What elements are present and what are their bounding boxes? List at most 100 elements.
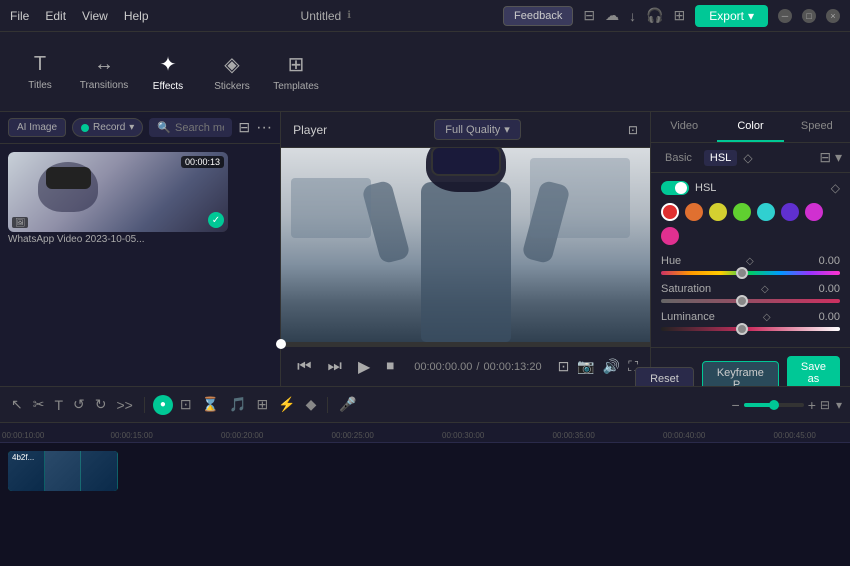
tool-titles[interactable]: T Titles: [10, 40, 70, 104]
video-progress-bar[interactable]: [281, 342, 650, 346]
hue-slider[interactable]: [661, 271, 840, 275]
list-item[interactable]: 00:00:13 ✓ 🖼 WhatsApp Video 2023-10-05..…: [8, 152, 272, 247]
more-options-icon[interactable]: ···: [256, 119, 272, 137]
hsl-keyframe-icon[interactable]: ◇: [831, 181, 840, 195]
play-button[interactable]: ▶: [354, 357, 374, 377]
media-check-icon: ✓: [208, 212, 224, 228]
grid-icon[interactable]: ⊟: [820, 398, 830, 412]
filter-icon[interactable]: ⊟: [238, 119, 250, 136]
close-button[interactable]: ×: [826, 9, 840, 23]
hue-keyframe-icon[interactable]: ◇: [746, 256, 754, 267]
hue-value: 0.00: [819, 255, 840, 267]
color-green[interactable]: [733, 203, 751, 221]
keyframe-tool[interactable]: ◆: [303, 393, 320, 416]
download-icon: ↓: [629, 8, 636, 24]
media-grid: 00:00:13 ✓ 🖼 WhatsApp Video 2023-10-05..…: [0, 144, 280, 386]
cut-tool[interactable]: ✂: [30, 393, 48, 416]
saturation-slider[interactable]: [661, 299, 840, 303]
ruler-time-4: 00:00:30:00: [442, 431, 484, 440]
tool-transitions[interactable]: ↔ Transitions: [74, 40, 134, 104]
record-button[interactable]: Record ▾: [72, 118, 143, 137]
color-orange[interactable]: [685, 203, 703, 221]
titlebar: File Edit View Help Untitled ℹ Feedback …: [0, 0, 850, 32]
color-yellow[interactable]: [709, 203, 727, 221]
export-button[interactable]: Export ▾: [695, 5, 768, 27]
media-type-icons: 🖼: [12, 217, 28, 228]
player-extra-controls: ⊡ 📷 🔊 ⛶: [558, 358, 638, 375]
saturation-knob[interactable]: [736, 295, 748, 307]
ruler-time-2: 00:00:20:00: [221, 431, 263, 440]
luminance-knob[interactable]: [736, 323, 748, 335]
skip-back-icon[interactable]: ⏮: [293, 358, 315, 376]
feedback-button[interactable]: Feedback: [503, 6, 573, 26]
tab-color[interactable]: Color: [717, 112, 783, 142]
hsl-toggle[interactable]: HSL: [661, 181, 716, 195]
total-time: 00:00:13:20: [483, 361, 541, 373]
toggle-switch[interactable]: [661, 181, 689, 195]
sticker-tool[interactable]: ⊞: [253, 393, 271, 416]
tool-stickers[interactable]: ◈ Stickers: [202, 40, 262, 104]
minimize-button[interactable]: ─: [778, 9, 792, 23]
timeline-tracks: 4b2f...: [0, 443, 850, 499]
saturation-label: Saturation: [661, 283, 711, 295]
color-blue[interactable]: [781, 203, 799, 221]
effects-tool[interactable]: ⚡: [275, 393, 298, 416]
zoom-out-icon[interactable]: −: [732, 397, 740, 413]
menu-edit[interactable]: Edit: [45, 9, 66, 23]
divider2: [327, 397, 328, 413]
redo-tool[interactable]: ↻: [92, 393, 110, 416]
hue-knob[interactable]: [736, 267, 748, 279]
menu-help[interactable]: Help: [124, 9, 149, 23]
menu-file[interactable]: File: [10, 9, 29, 23]
transitions-icon: ↔: [94, 53, 114, 76]
subtab-hsl[interactable]: HSL: [704, 150, 737, 166]
zoom-in-icon[interactable]: +: [808, 397, 816, 413]
subtab-basic[interactable]: Basic: [659, 150, 698, 166]
speed-tool[interactable]: ⌛: [199, 393, 222, 416]
ai-image-button[interactable]: AI Image: [8, 118, 66, 137]
ripple-tool[interactable]: ⊡: [177, 393, 195, 416]
main-content: AI Image Record ▾ 🔍 ⊟ ···: [0, 112, 850, 386]
luminance-keyframe-icon[interactable]: ◇: [763, 312, 771, 323]
timeline-clip[interactable]: 4b2f...: [8, 451, 118, 491]
tab-video[interactable]: Video: [651, 112, 717, 142]
progress-handle[interactable]: [276, 339, 286, 349]
video-preview: [281, 148, 650, 342]
search-input[interactable]: [175, 122, 224, 134]
quality-button[interactable]: Full Quality ▾: [434, 119, 521, 140]
crop-icon[interactable]: ⊡: [558, 358, 570, 375]
tool-effects[interactable]: ✦ Effects: [138, 40, 198, 104]
snapshot-icon[interactable]: 📷: [577, 358, 594, 375]
saturation-keyframe-icon[interactable]: ◇: [761, 284, 769, 295]
luminance-slider[interactable]: [661, 327, 840, 331]
step-back-icon[interactable]: ⏭︎: [324, 358, 346, 376]
zoom-knob[interactable]: [769, 400, 779, 410]
zoom-slider[interactable]: [744, 403, 804, 407]
grid-more-icon[interactable]: ▾: [836, 398, 842, 412]
tool-templates[interactable]: ⊞ Templates: [266, 40, 326, 104]
color-red[interactable]: [661, 203, 679, 221]
cursor-tool[interactable]: ↖: [8, 393, 26, 416]
stop-button[interactable]: ⏹: [382, 358, 398, 376]
sound-tool[interactable]: 🎵: [226, 393, 249, 416]
color-pink[interactable]: [661, 227, 679, 245]
tab-speed[interactable]: Speed: [784, 112, 850, 142]
undo-tool[interactable]: ↺: [70, 393, 88, 416]
titlebar-left: File Edit View Help: [10, 9, 149, 23]
toggle-knob: [675, 182, 687, 194]
color-cyan[interactable]: [757, 203, 775, 221]
layers-icon[interactable]: ⊟ ▾: [819, 149, 842, 166]
volume-icon[interactable]: 🔊: [603, 358, 620, 375]
maximize-button[interactable]: □: [802, 9, 816, 23]
timeline-mode[interactable]: ●: [153, 395, 173, 415]
menu-view[interactable]: View: [82, 9, 108, 23]
aspect-ratio-icon[interactable]: ⊡: [628, 123, 638, 137]
cloud-icon: ☁: [605, 7, 619, 24]
ruler-time-3: 00:00:25:00: [332, 431, 374, 440]
headphones-icon: 🎧: [646, 7, 663, 24]
color-magenta[interactable]: [805, 203, 823, 221]
mic-tool[interactable]: 🎤: [336, 393, 359, 416]
text-tool[interactable]: T: [51, 394, 66, 416]
hue-slider-section: Hue ◇ 0.00: [661, 255, 840, 275]
more-tools[interactable]: >>: [114, 394, 136, 416]
